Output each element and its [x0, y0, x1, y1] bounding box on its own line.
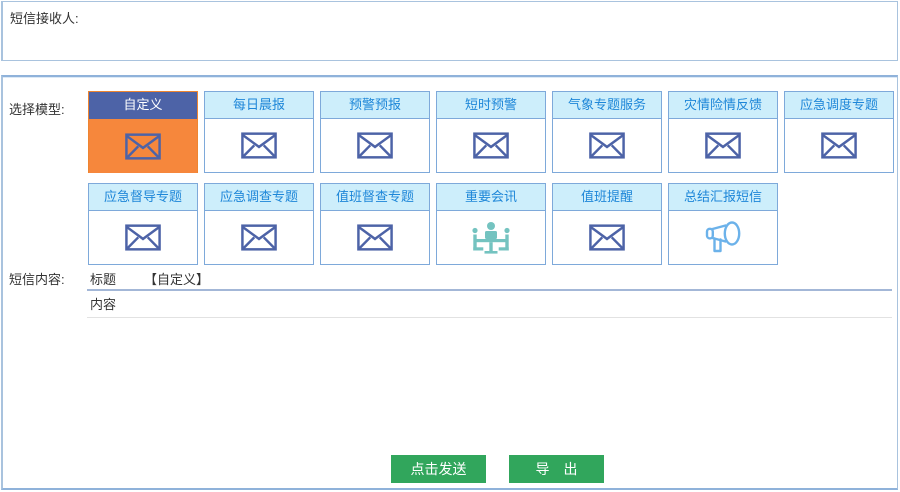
template-tile-body — [205, 119, 313, 172]
sms-content-area: 标题 【自定义】 内容 — [87, 267, 892, 318]
template-tile[interactable]: 值班督查专题 — [320, 183, 430, 265]
template-tile-body — [437, 119, 545, 172]
template-tile-body — [553, 211, 661, 264]
template-tile-label: 灾情险情反馈 — [669, 92, 777, 119]
template-tile-label: 短时预警 — [437, 92, 545, 119]
title-value: 【自定义】 — [144, 269, 209, 288]
recipients-label: 短信接收人: — [10, 8, 79, 27]
template-tile-label: 气象专题服务 — [553, 92, 661, 119]
envelope-icon — [357, 224, 393, 251]
template-tile-body — [321, 119, 429, 172]
template-tile-label: 预警预报 — [321, 92, 429, 119]
template-tile[interactable]: 预警预报 — [320, 91, 430, 173]
template-tile-body — [89, 211, 197, 264]
envelope-icon — [705, 132, 741, 159]
template-tile[interactable]: 自定义 — [88, 91, 198, 173]
template-tile[interactable]: 每日晨报 — [204, 91, 314, 173]
envelope-icon — [125, 224, 161, 251]
template-tile-body — [669, 211, 777, 264]
template-tile[interactable]: 应急调查专题 — [204, 183, 314, 265]
meeting-icon — [469, 221, 513, 255]
title-label: 标题 — [90, 269, 116, 288]
template-tile[interactable]: 重要会讯 — [436, 183, 546, 265]
template-tile-body — [321, 211, 429, 264]
template-tile-label: 应急调度专题 — [785, 92, 893, 119]
envelope-icon — [473, 132, 509, 159]
envelope-icon — [821, 132, 857, 159]
template-tile-body — [205, 211, 313, 264]
template-tile-label: 总结汇报短信 — [669, 184, 777, 211]
title-row[interactable]: 标题 【自定义】 — [87, 267, 892, 291]
recipients-input[interactable] — [83, 4, 895, 58]
template-tile-label: 值班提醒 — [553, 184, 661, 211]
megaphone-icon — [703, 220, 743, 255]
send-button[interactable]: 点击发送 — [391, 455, 486, 483]
envelope-icon — [589, 132, 625, 159]
model-label: 选择模型: — [9, 99, 65, 118]
template-row-1: 自定义每日晨报预警预报短时预警气象专题服务灾情险情反馈应急调度专题 — [88, 91, 900, 173]
template-tile-body — [437, 211, 545, 264]
template-tile-body — [669, 119, 777, 172]
content-placeholder: 内容 — [90, 297, 116, 312]
template-tile-label: 应急督导专题 — [89, 184, 197, 211]
recipients-panel: 短信接收人: — [1, 1, 898, 61]
envelope-icon — [241, 224, 277, 251]
content-label: 短信内容: — [9, 269, 65, 288]
export-button[interactable]: 导 出 — [509, 455, 604, 483]
template-tile-label: 每日晨报 — [205, 92, 313, 119]
template-tile[interactable]: 值班提醒 — [552, 183, 662, 265]
main-panel: 选择模型: 自定义每日晨报预警预报短时预警气象专题服务灾情险情反馈应急调度专题 … — [1, 75, 898, 490]
template-tile-body — [89, 119, 197, 173]
template-row-2: 应急督导专题应急调查专题值班督查专题重要会讯值班提醒总结汇报短信 — [88, 183, 784, 265]
template-tile-label: 自定义 — [89, 92, 197, 119]
template-tile[interactable]: 总结汇报短信 — [668, 183, 778, 265]
template-tile[interactable]: 应急督导专题 — [88, 183, 198, 265]
envelope-icon — [357, 132, 393, 159]
template-tile-label: 值班督查专题 — [321, 184, 429, 211]
template-tile-body — [553, 119, 661, 172]
template-tile-body — [785, 119, 893, 172]
template-tile[interactable]: 灾情险情反馈 — [668, 91, 778, 173]
envelope-icon — [125, 133, 161, 160]
template-tile[interactable]: 气象专题服务 — [552, 91, 662, 173]
envelope-icon — [589, 224, 625, 251]
template-tile-label: 应急调查专题 — [205, 184, 313, 211]
template-tile[interactable]: 短时预警 — [436, 91, 546, 173]
content-row[interactable]: 内容 — [87, 291, 892, 318]
envelope-icon — [241, 132, 277, 159]
template-tile-label: 重要会讯 — [437, 184, 545, 211]
template-tile[interactable]: 应急调度专题 — [784, 91, 894, 173]
